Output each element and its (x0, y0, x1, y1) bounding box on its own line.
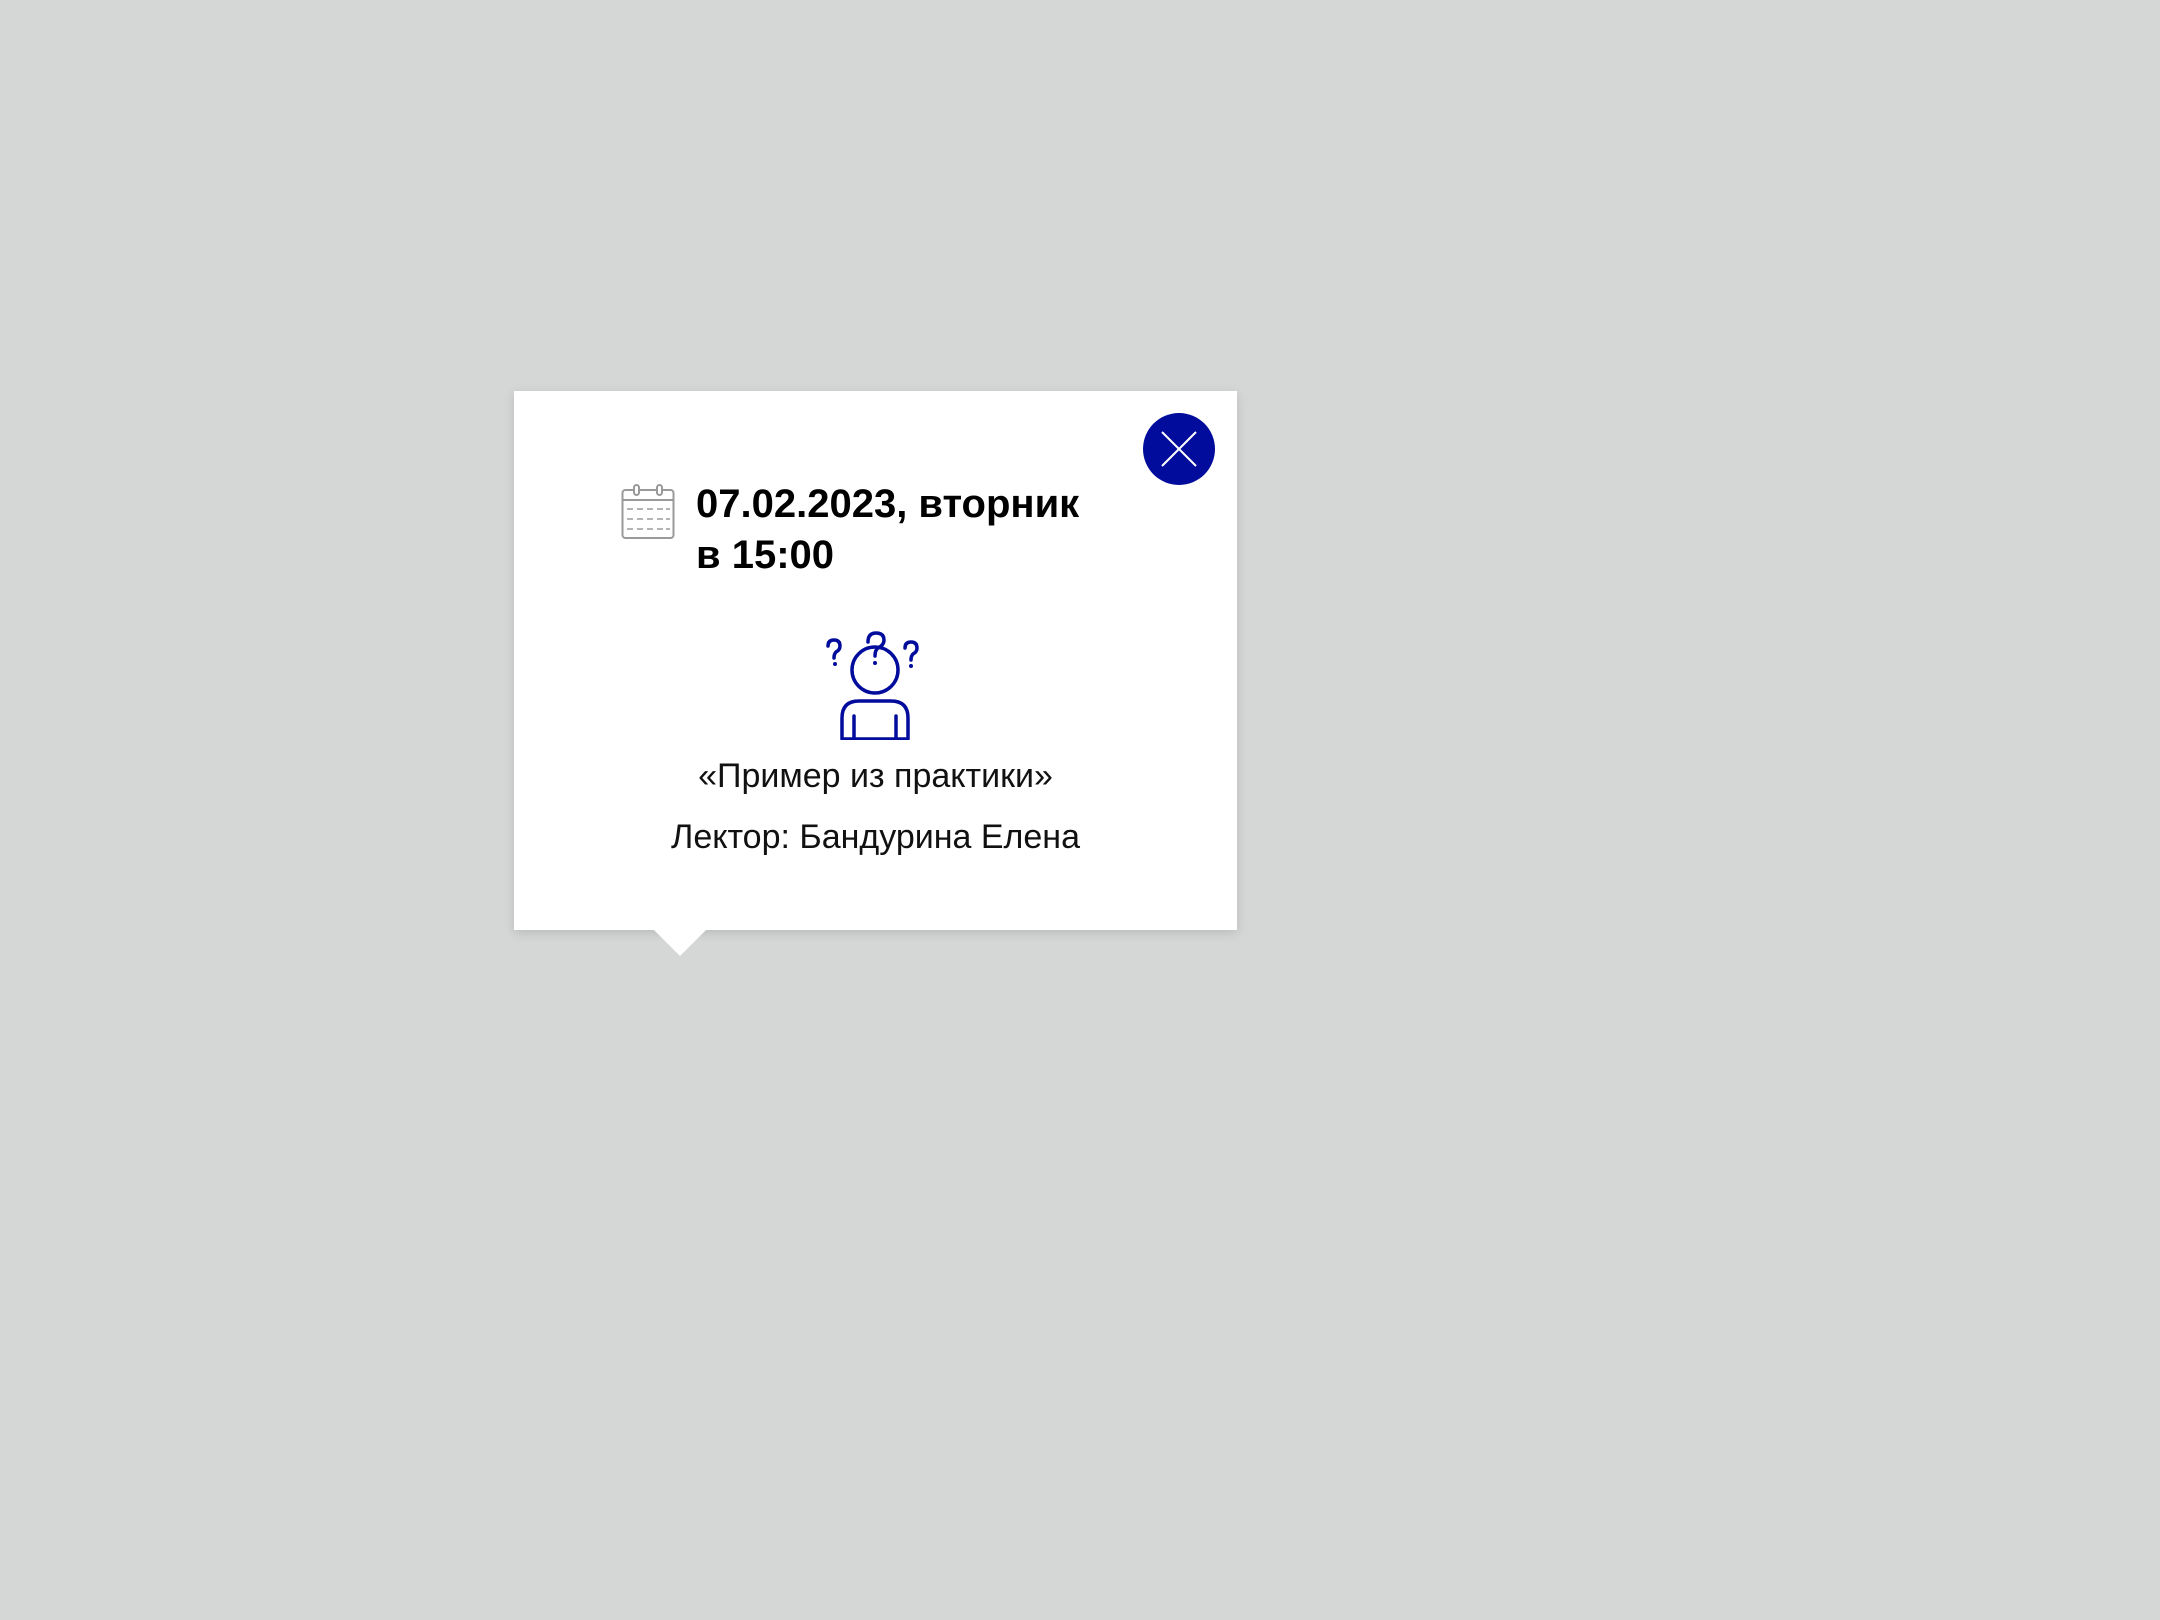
popup-pointer (654, 930, 706, 956)
event-lecturer: Лектор: Бандурина Елена (671, 818, 1080, 856)
close-button[interactable] (1143, 413, 1215, 485)
event-popup: 07.02.2023, вторник в 15:00 «Пример из п… (514, 391, 1237, 956)
confused-person-icon (826, 631, 919, 740)
close-icon (1161, 431, 1197, 467)
calendar-icon (621, 484, 675, 539)
event-date: 07.02.2023, вторник (696, 482, 1080, 526)
event-datetime: 07.02.2023, вторник в 15:00 (696, 479, 1156, 581)
event-title: «Пример из практики» (698, 757, 1053, 795)
event-time: в 15:00 (696, 533, 835, 577)
